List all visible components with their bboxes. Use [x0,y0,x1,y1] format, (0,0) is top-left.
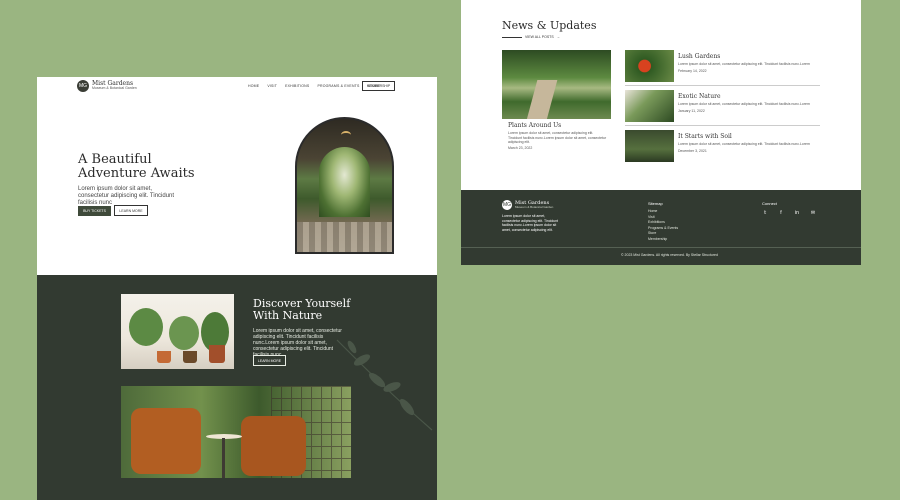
connect-heading: Connect [762,201,777,206]
footer-logo[interactable]: MG Mist Gardens Museum & Botanical Garde… [502,200,553,210]
discover-title: Discover Yourself With Nature [253,297,351,322]
top-navigation: MG Mist Gardens Museum & Botanical Garde… [37,77,437,97]
news-title: News & Updates [502,19,597,32]
nav-item-home[interactable]: HOME [248,84,259,88]
view-all-posts-link[interactable]: VIEW ALL POSTS → [502,35,560,39]
post-card[interactable]: Exotic Nature Lorem ipsum dolor sit amet… [625,90,820,126]
logo-mark-icon: MG [77,80,89,92]
sitemap-heading: Sitemap [648,201,663,206]
post-title: It Starts with Soil [678,133,732,140]
logo-subtitle: Museum & Botanical Garden [92,86,137,91]
post-thumbnail [625,90,674,122]
garden-path [526,80,558,119]
email-icon[interactable]: ✉ [810,210,816,216]
divider [625,125,820,126]
nav-item-programs-events[interactable]: PROGRAMS & EVENTS [317,84,359,88]
footer-about-text: Lorem ipsum dolor sit amet, consectetur … [502,214,559,232]
social-links: 𝕥 f in ✉ [762,210,816,216]
membership-button[interactable]: MEMBERSHIP [362,81,395,91]
copyright-text: © 2023 Mist Gardens. All rights reserved… [621,253,718,257]
footer-divider [461,247,861,248]
buy-tickets-button[interactable]: BUY TICKETS [78,206,111,216]
nav-item-visit[interactable]: VISIT [267,84,277,88]
post-thumbnail [625,130,674,162]
featured-post-text: Lorem ipsum dolor sit amet, consectetur … [508,131,607,144]
arrow-right-icon: → [556,35,561,39]
divider [625,85,820,86]
twitter-icon[interactable]: 𝕥 [762,210,768,216]
lounge-chairs-photo [121,386,351,478]
hero-title: A Beautiful Adventure Awaits [78,152,195,181]
post-date: February 14, 2022 [678,69,707,73]
news-page-mockup: News & Updates VIEW ALL POSTS → Plants A… [461,0,861,265]
site-logo[interactable]: MG Mist Gardens Museum & Botanical Garde… [77,80,137,92]
post-date: January 11, 2022 [678,109,705,113]
post-thumbnail [625,50,674,82]
linkedin-icon[interactable]: in [794,210,800,216]
nav-item-exhibitions[interactable]: EXHIBITIONS [285,84,309,88]
featured-post-date: March 23, 2022 [508,146,533,150]
armchair-left [131,408,201,474]
nav-links: HOME VISIT EXHIBITIONS PROGRAMS & EVENTS… [248,84,381,88]
hero-arch-image [295,117,394,254]
featured-post-title[interactable]: Plants Around Us [508,122,561,129]
post-card[interactable]: It Starts with Soil Lorem ipsum dolor si… [625,130,820,166]
post-card[interactable]: Lush Gardens Lorem ipsum dolor sit amet,… [625,50,820,86]
sitemap-links: Home Visit Exhibitions Programs & Events… [648,209,678,242]
facebook-icon[interactable]: f [778,210,784,216]
logo-subtitle: Museum & Botanical Garden [515,205,554,209]
leaf-branch-icon [336,339,433,431]
tiled-floor [297,222,392,252]
post-date: December 3, 2021 [678,149,707,153]
discover-text: Lorem ipsum dolor sit amet, consectetur … [253,328,342,358]
homepage-mockup: MG Mist Gardens Museum & Botanical Garde… [37,77,437,500]
post-excerpt: Lorem ipsum dolor sit amet, consectetur … [678,102,810,106]
discover-section: Discover Yourself With Nature Lorem ipsu… [37,275,437,500]
potted-plants-photo [121,294,234,369]
chandelier-icon [341,131,351,139]
post-excerpt: Lorem ipsum dolor sit amet, consectetur … [678,62,810,66]
garden-view [319,147,370,217]
site-footer: MG Mist Gardens Museum & Botanical Garde… [461,190,861,265]
learn-more-button[interactable]: LEARN MORE [114,205,148,216]
discover-learn-more-button[interactable]: LEARN MORE [253,355,286,366]
view-all-label: VIEW ALL POSTS [525,35,554,39]
footer-link-membership[interactable]: Membership [648,237,678,243]
hero-text: Lorem ipsum dolor sit amet, consectetur … [78,186,175,206]
logo-mark-icon: MG [502,200,512,210]
post-excerpt: Lorem ipsum dolor sit amet, consectetur … [678,142,810,146]
armchair-right [241,416,306,476]
post-title: Exotic Nature [678,93,721,100]
featured-post-image[interactable] [502,50,611,119]
post-title: Lush Gardens [678,53,721,60]
